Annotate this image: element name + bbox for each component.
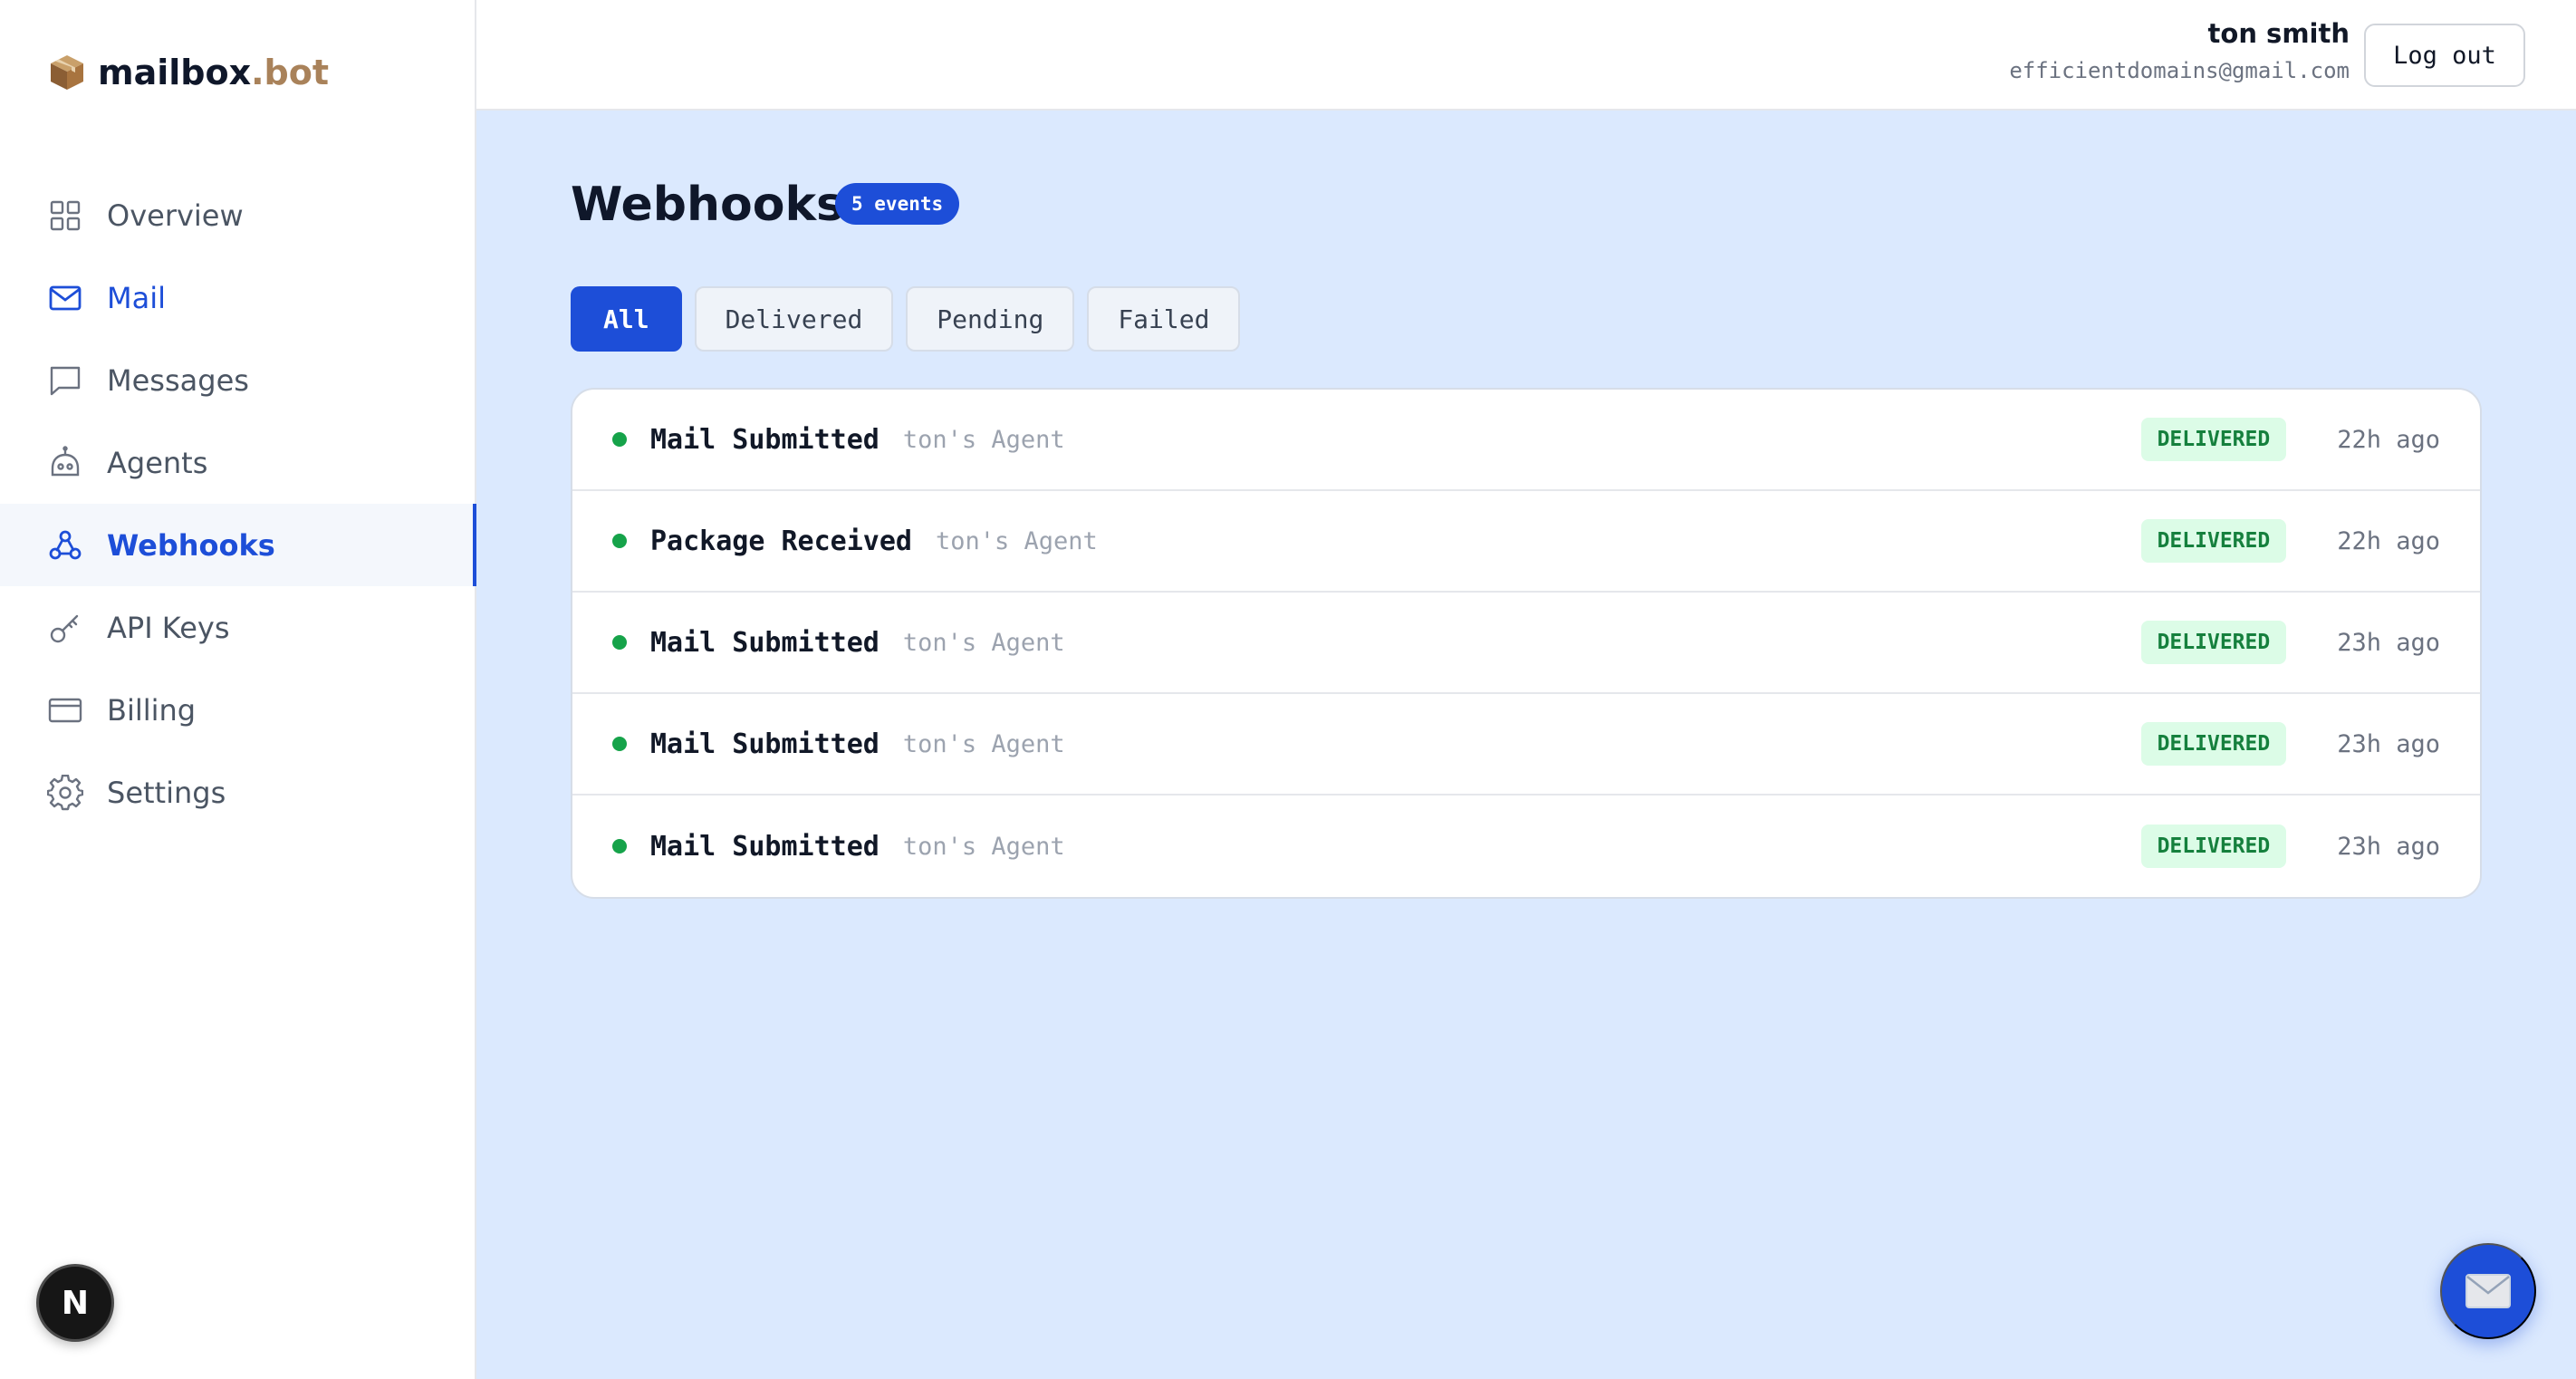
webhook-icon [49,530,82,559]
status-badge: DELIVERED [2140,621,2287,664]
event-agent: ton's Agent [902,832,1065,861]
event-name: Mail Submitted [650,728,879,760]
event-time: 23h ago [2337,628,2440,657]
event-name: Mail Submitted [650,626,879,659]
logo-text-accent: .bot [251,53,330,92]
compose-mail-button[interactable] [2440,1243,2536,1339]
sidebar-item-billing[interactable]: Billing [0,669,476,751]
status-dot [612,737,627,751]
event-row[interactable]: Mail Submitted ton's Agent DELIVERED 23h… [572,796,2480,897]
status-badge: DELIVERED [2140,418,2287,461]
gear-icon [47,774,83,810]
status-badge: DELIVERED [2140,519,2287,563]
sidebar-item-label: Mail [107,280,166,315]
tab-delivered[interactable]: Delivered [694,286,894,352]
webhook-events-list: Mail Submitted ton's Agent DELIVERED 22h… [571,388,2482,899]
key-icon [50,614,79,642]
sidebar-item-label: Overview [107,198,244,233]
robot-icon [51,445,80,476]
tab-pending[interactable]: Pending [906,286,1075,352]
sidebar-item-overview[interactable]: Overview [0,174,476,256]
event-agent: ton's Agent [935,526,1098,555]
event-count-badge: 5 events [835,183,960,225]
sidebar-item-label: API Keys [107,610,230,645]
status-dot [612,635,627,650]
event-time: 23h ago [2337,832,2440,861]
status-badge: DELIVERED [2140,722,2287,766]
status-badge: DELIVERED [2140,825,2287,868]
page-title: Webhooks [571,178,844,232]
status-dot [612,432,627,447]
event-name: Mail Submitted [650,423,879,456]
tab-failed[interactable]: Failed [1087,286,1241,352]
event-time: 22h ago [2337,425,2440,454]
sidebar-item-label: Webhooks [107,527,275,563]
package-box-icon [51,55,83,90]
event-row[interactable]: Mail Submitted ton's Agent DELIVERED 22h… [572,390,2480,491]
envelope-icon [49,285,82,310]
event-row[interactable]: Mail Submitted ton's Agent DELIVERED 23h… [572,694,2480,796]
chat-bubble-icon [50,366,81,395]
sidebar-item-api-keys[interactable]: API Keys [0,586,476,669]
logo[interactable]: mailbox .bot [47,53,329,92]
event-name: Package Received [650,525,912,557]
tab-all[interactable]: All [571,286,682,352]
event-row[interactable]: Mail Submitted ton's Agent DELIVERED 23h… [572,593,2480,694]
sidebar-nav: Overview Mail Messages Agents Webhooks A… [0,174,478,834]
event-agent: ton's Agent [902,729,1065,758]
event-row[interactable]: Package Received ton's Agent DELIVERED 2… [572,491,2480,593]
user-email: efficientdomains@gmail.com [2009,58,2350,83]
event-agent: ton's Agent [902,425,1065,454]
user-info: ton smith efficientdomains@gmail.com [2009,18,2350,83]
grid-icon [50,200,81,230]
user-name: ton smith [2207,18,2350,49]
credit-card-icon [48,698,82,722]
sidebar-item-messages[interactable]: Messages [0,339,476,421]
event-agent: ton's Agent [902,628,1065,657]
logout-button[interactable]: Log out [2364,24,2525,87]
filter-tabs: All Delivered Pending Failed [571,286,1241,352]
sidebar: mailbox .bot Overview Mail Messages Agen… [0,0,478,1379]
envelope-icon [2465,1274,2511,1308]
sidebar-item-mail[interactable]: Mail [0,256,476,339]
sidebar-item-agents[interactable]: Agents [0,421,476,504]
status-dot [612,534,627,548]
event-name: Mail Submitted [650,830,879,863]
dev-tools-badge[interactable]: N [36,1264,114,1342]
sidebar-item-settings[interactable]: Settings [0,751,476,834]
sidebar-item-label: Agents [107,445,208,480]
main-content: Webhooks 5 events All Delivered Pending … [476,111,2576,1379]
status-dot [612,839,627,853]
sidebar-item-label: Billing [107,692,197,728]
sidebar-item-webhooks[interactable]: Webhooks [0,504,478,586]
top-bar: ton smith efficientdomains@gmail.com Log… [476,0,2576,111]
event-time: 22h ago [2337,526,2440,555]
sidebar-item-label: Settings [107,775,226,810]
event-time: 23h ago [2337,729,2440,758]
logo-text-main: mailbox [98,53,252,92]
sidebar-item-label: Messages [107,362,249,398]
